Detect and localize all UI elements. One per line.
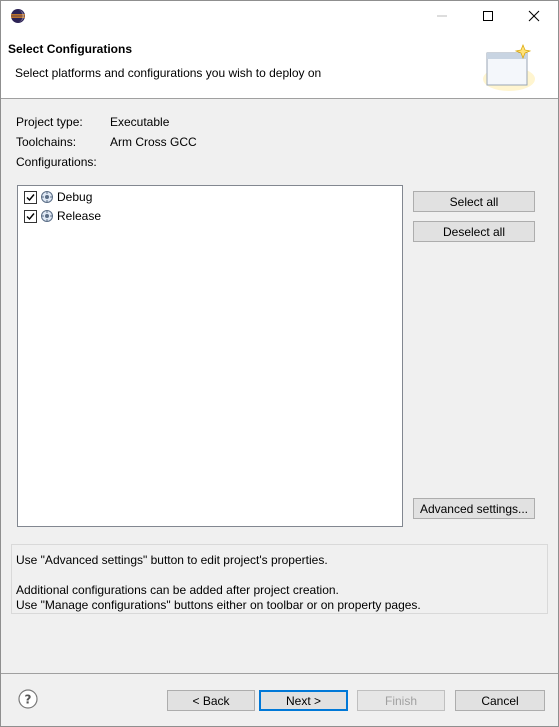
wizard-window: Select Configurations Select platforms a… (0, 0, 559, 727)
help-icon[interactable]: ? (18, 689, 38, 709)
wizard-header: Select Configurations Select platforms a… (1, 31, 558, 99)
info-box: Use "Advanced settings" button to edit p… (11, 544, 548, 614)
list-item-label: Release (57, 209, 102, 223)
minimize-button[interactable] (419, 1, 465, 31)
list-item-release[interactable]: Release (24, 207, 101, 225)
configuration-icon (41, 191, 53, 203)
configurations-list[interactable]: Debug Release (17, 185, 403, 527)
project-type-label: Project type: (16, 115, 83, 129)
next-button[interactable]: Next > (259, 690, 348, 711)
list-item-debug[interactable]: Debug (24, 188, 92, 206)
svg-text:?: ? (25, 693, 32, 707)
finish-button[interactable]: Finish (357, 690, 445, 711)
toolchains-value: Arm Cross GCC (110, 135, 197, 149)
info-line-3: Use "Manage configurations" buttons eith… (16, 598, 421, 612)
maximize-button[interactable] (465, 1, 511, 31)
close-button[interactable] (511, 1, 557, 31)
footer-separator (1, 673, 558, 674)
info-line-2: Additional configurations can be added a… (16, 583, 339, 597)
eclipse-icon (11, 9, 25, 23)
select-all-button[interactable]: Select all (413, 191, 535, 212)
advanced-settings-button[interactable]: Advanced settings... (413, 498, 535, 519)
list-item-label: Debug (57, 190, 93, 204)
page-description: Select platforms and configurations you … (15, 66, 322, 80)
checkmark-icon (26, 212, 35, 220)
back-button[interactable]: < Back (167, 690, 255, 711)
maximize-icon (483, 11, 493, 21)
close-icon (528, 10, 540, 22)
deselect-all-button[interactable]: Deselect all (413, 221, 535, 242)
wizard-banner-icon (483, 44, 535, 91)
page-title: Select Configurations (8, 42, 133, 56)
debug-checkbox[interactable] (24, 190, 37, 204)
title-bar (1, 1, 558, 31)
info-line-1: Use "Advanced settings" button to edit p… (16, 553, 328, 567)
minimize-icon (437, 15, 447, 17)
project-type-value: Executable (110, 115, 170, 129)
release-checkbox[interactable] (24, 209, 37, 223)
configuration-icon (41, 210, 53, 222)
cancel-button[interactable]: Cancel (455, 690, 545, 711)
checkmark-icon (26, 193, 35, 201)
configurations-label: Configurations: (16, 155, 97, 169)
toolchains-label: Toolchains: (16, 135, 77, 149)
